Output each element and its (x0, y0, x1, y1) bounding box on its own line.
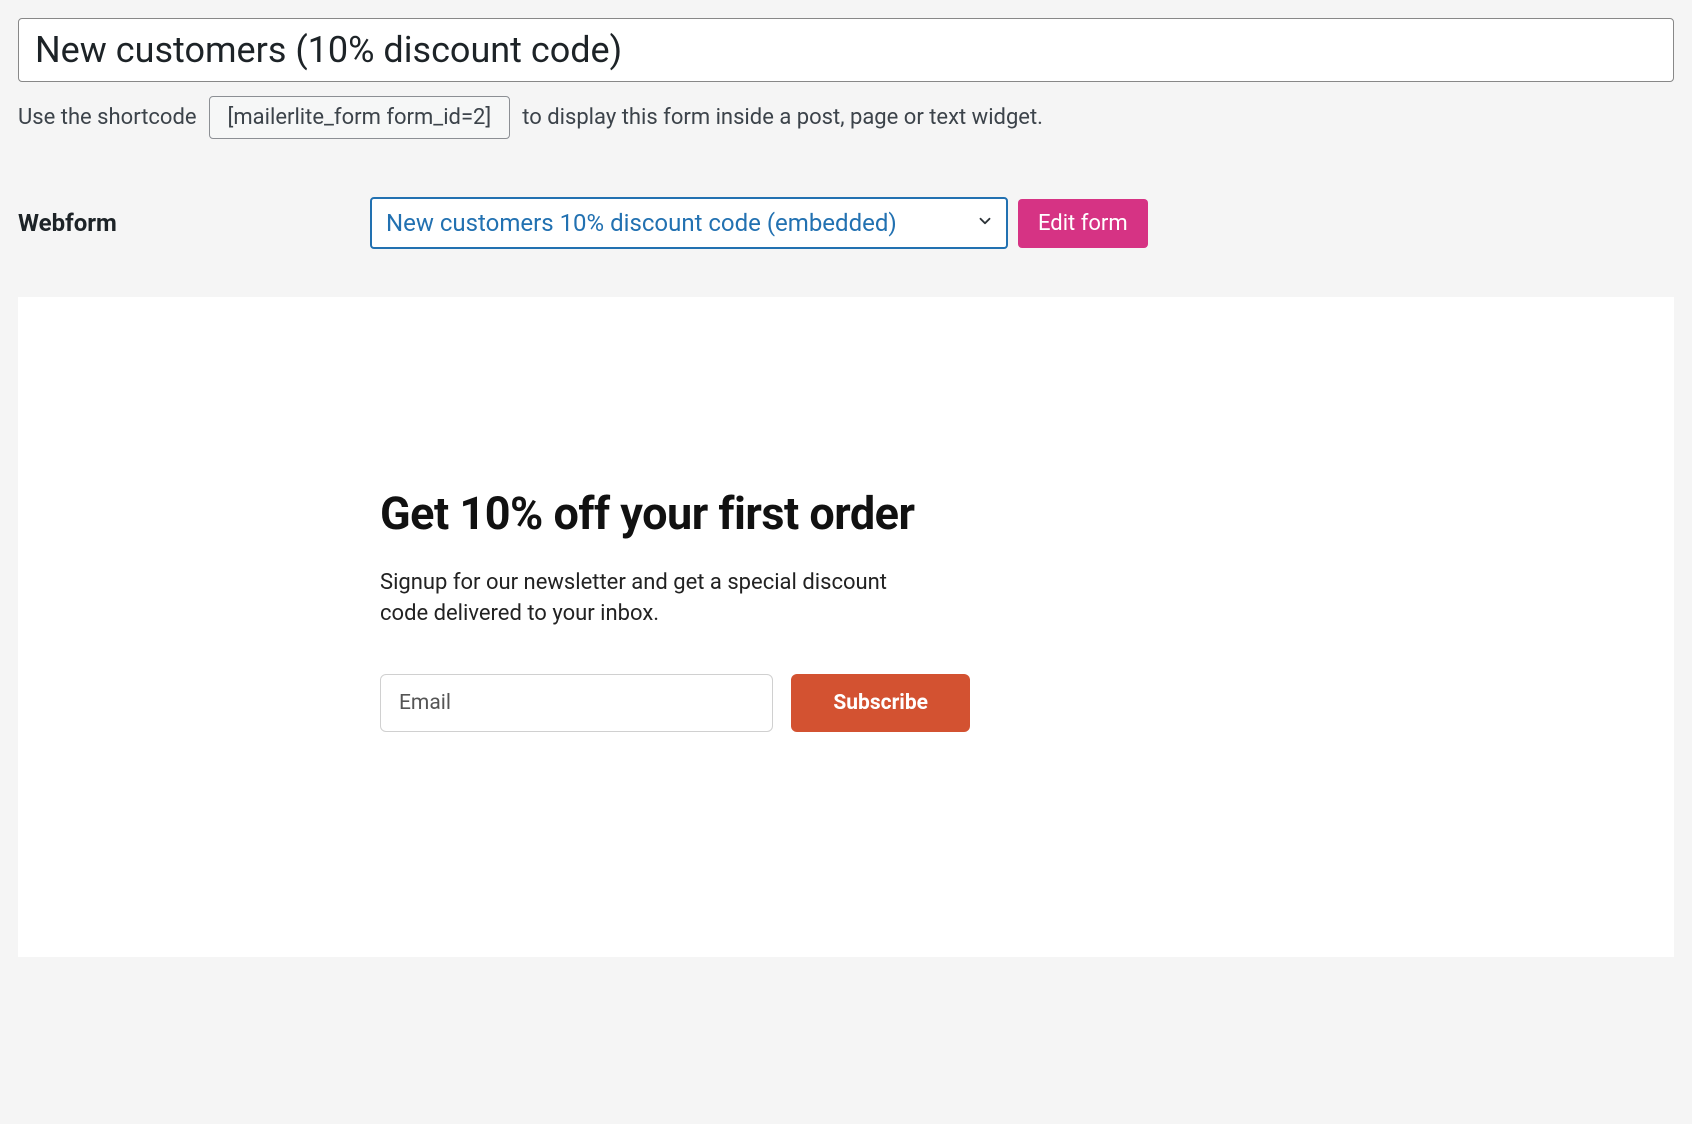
form-preview-content: Get 10% off your first order Signup for … (380, 487, 970, 732)
shortcode-suffix-text: to display this form inside a post, page… (522, 105, 1043, 130)
webform-select-wrap: New customers 10% discount code (embedde… (370, 197, 1008, 249)
webform-row: Webform New customers 10% discount code … (18, 197, 1674, 249)
shortcode-prefix-text: Use the shortcode (18, 105, 197, 130)
shortcode-code[interactable]: [mailerlite_form form_id=2] (209, 96, 511, 139)
webform-select[interactable]: New customers 10% discount code (embedde… (370, 197, 1008, 249)
webform-label: Webform (18, 209, 370, 237)
preview-form-row: Subscribe (380, 674, 970, 732)
subscribe-button[interactable]: Subscribe (791, 674, 970, 732)
preview-heading: Get 10% off your first order (380, 487, 970, 540)
form-title-input[interactable] (18, 18, 1674, 82)
edit-form-button[interactable]: Edit form (1018, 199, 1148, 248)
shortcode-row: Use the shortcode [mailerlite_form form_… (18, 96, 1674, 139)
preview-description: Signup for our newsletter and get a spec… (380, 568, 920, 630)
form-preview-panel: Get 10% off your first order Signup for … (18, 297, 1674, 957)
email-input[interactable] (380, 674, 773, 732)
